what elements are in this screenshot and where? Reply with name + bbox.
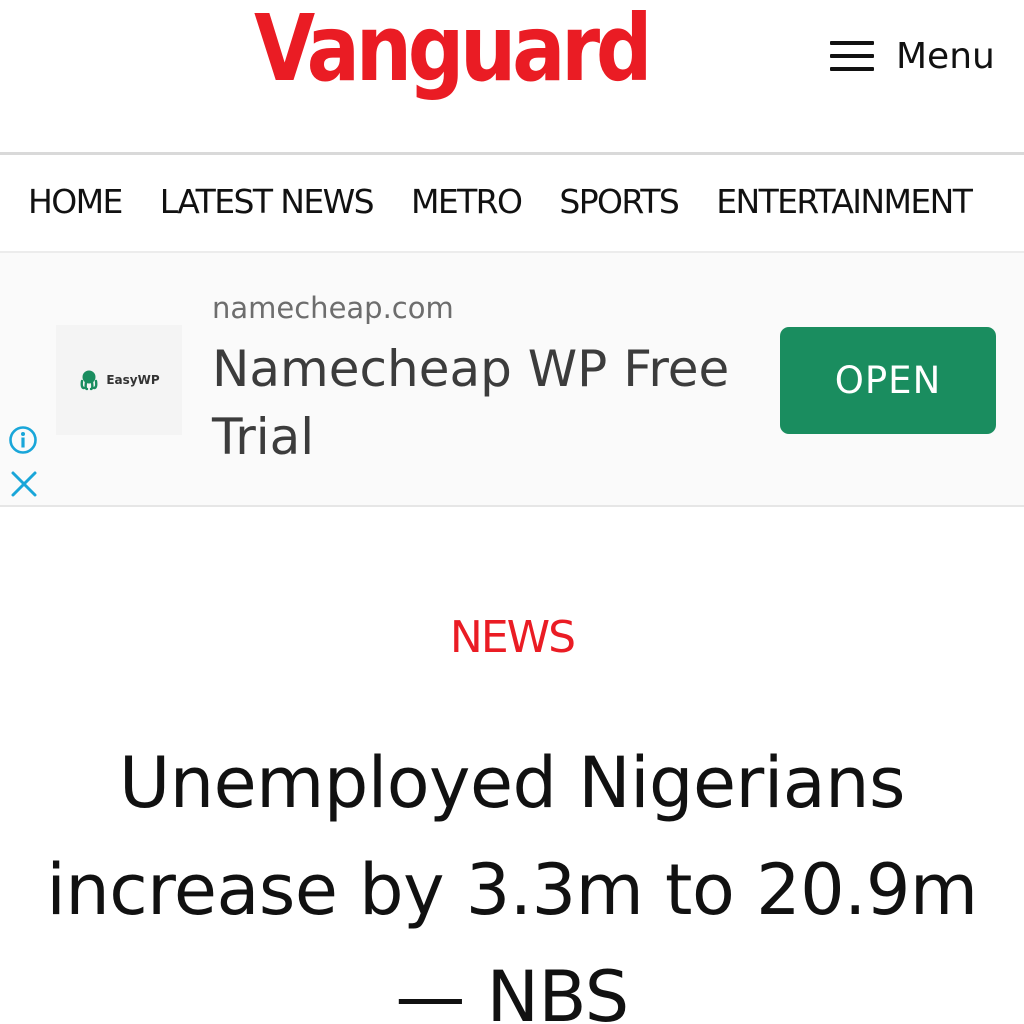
nav-item-entertainment[interactable]: ENTERTAINMENT xyxy=(716,182,973,221)
nav-item-home[interactable]: HOME xyxy=(28,182,123,221)
nav-item-sports[interactable]: SPORTS xyxy=(559,182,679,221)
ad-domain: namecheap.com xyxy=(212,291,454,325)
ad-logo[interactable]: EasyWP xyxy=(56,325,182,435)
ad-banner[interactable]: EasyWP namecheap.com Namecheap WP Free T… xyxy=(0,251,1024,507)
info-icon[interactable] xyxy=(8,425,38,455)
hamburger-icon xyxy=(830,41,874,71)
main-nav: HOME LATEST NEWS METRO SPORTS ENTERTAINM… xyxy=(0,155,1024,247)
ad-open-button[interactable]: OPEN xyxy=(780,327,996,434)
article-title: Unemployed Nigerians increase by 3.3m to… xyxy=(46,742,978,1024)
site-header: Vanguard Menu xyxy=(0,0,1024,155)
site-logo[interactable]: Vanguard xyxy=(254,0,653,104)
octopus-icon xyxy=(80,370,98,391)
close-icon[interactable] xyxy=(10,470,38,498)
article-category[interactable]: NEWS xyxy=(0,612,1024,663)
nav-item-metro[interactable]: METRO xyxy=(411,182,523,221)
nav-item-latest-news[interactable]: LATEST NEWS xyxy=(160,182,375,221)
menu-label: Menu xyxy=(896,35,995,77)
nav-list: HOME LATEST NEWS METRO SPORTS ENTERTAINM… xyxy=(28,155,1009,247)
ad-logo-text: EasyWP xyxy=(106,373,160,387)
ad-headline[interactable]: Namecheap WP Free Trial xyxy=(212,335,732,471)
page: Vanguard Menu HOME LATEST NEWS METRO SPO… xyxy=(0,0,1024,1024)
menu-button[interactable]: Menu xyxy=(830,28,995,84)
